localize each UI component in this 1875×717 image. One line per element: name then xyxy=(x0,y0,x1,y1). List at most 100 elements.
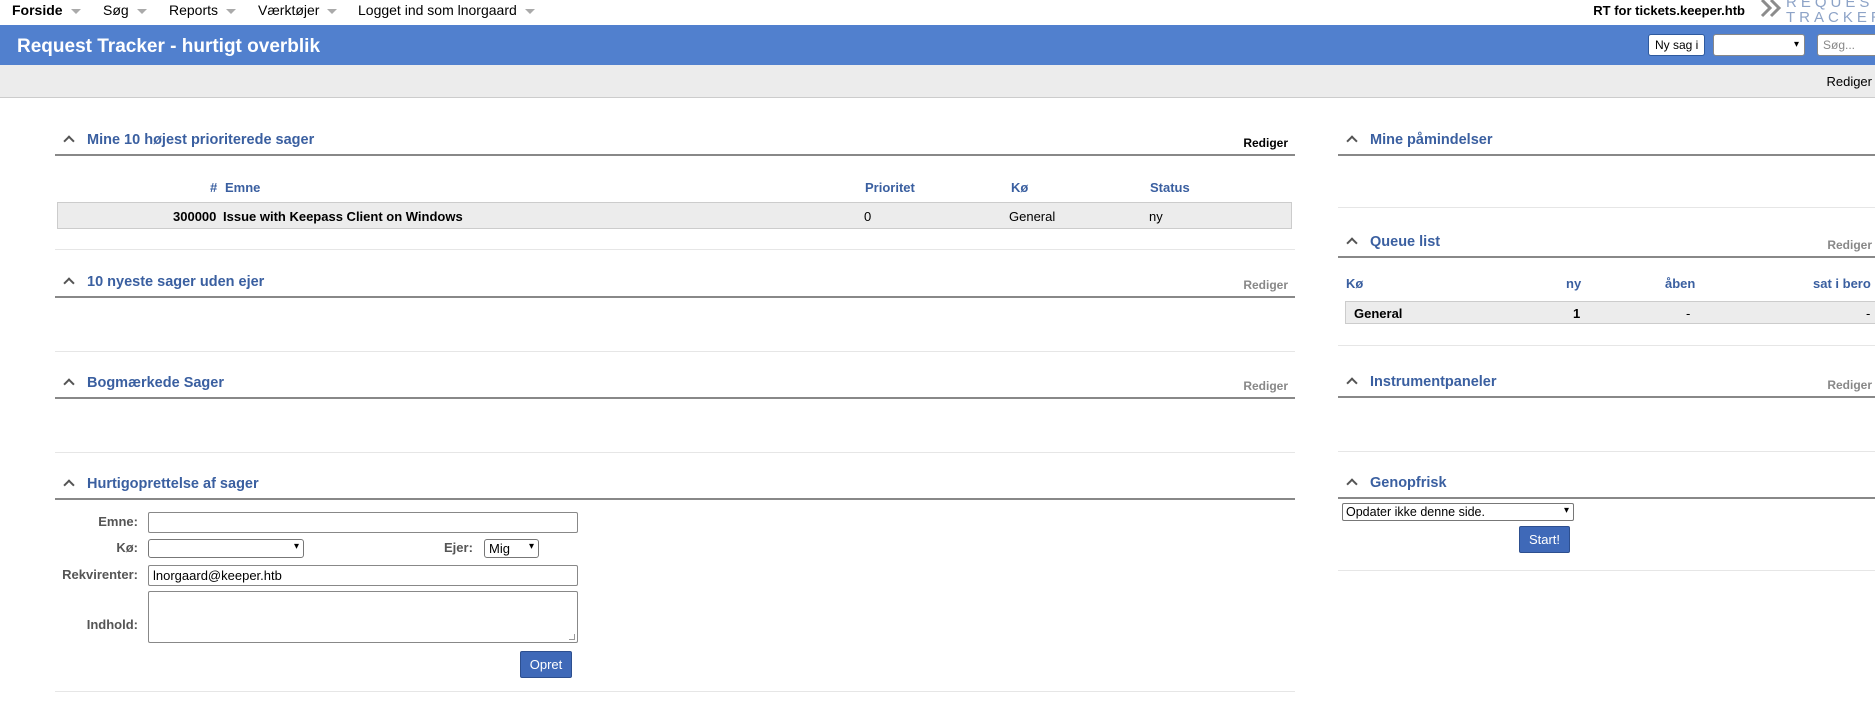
portlet-dashboards: Instrumentpaneler Rediger xyxy=(1338,372,1875,452)
collapse-chevron-icon[interactable] xyxy=(1346,377,1358,389)
refresh-start-button[interactable]: Start! xyxy=(1519,526,1570,553)
portlet-header: Mine 10 højest prioriterede sager Redige… xyxy=(55,130,1295,156)
portlet-title[interactable]: 10 nyeste sager uden ejer xyxy=(87,274,264,290)
page-title: Request Tracker - hurtigt overblik xyxy=(17,36,321,57)
portlet-header: Queue list Rediger xyxy=(1338,232,1875,258)
portlet-title[interactable]: Mine 10 højest prioriterede sager xyxy=(87,132,314,148)
portlet-body xyxy=(55,298,1295,352)
portlet-edit-link[interactable]: Rediger xyxy=(1827,378,1872,392)
portlet-body xyxy=(1338,156,1875,208)
refresh-interval-select[interactable]: Opdater ikke denne side. ▾ xyxy=(1342,503,1574,521)
chevron-down-icon: ▾ xyxy=(293,541,299,552)
portlet-title[interactable]: Queue list xyxy=(1370,234,1440,250)
portlet-quick-create: Hurtigoprettelse af sager Emne: Kø: ▾ Ej… xyxy=(55,474,1295,692)
menu-tools-label: Værktøjer xyxy=(258,2,320,18)
menu-search[interactable]: Søg xyxy=(103,2,147,18)
portlet-edit-link[interactable]: Rediger xyxy=(1243,278,1288,292)
portlet-reminders: Mine påmindelser xyxy=(1338,130,1875,208)
column-header-status[interactable]: Status xyxy=(1150,180,1190,195)
subject-field[interactable] xyxy=(148,512,578,533)
edit-page-link[interactable]: Rediger xyxy=(1826,74,1872,89)
column-header-new: ny xyxy=(1566,276,1582,291)
collapse-chevron-icon[interactable] xyxy=(1346,478,1358,490)
column-header-queue[interactable]: Kø xyxy=(1011,180,1028,195)
chevron-down-icon xyxy=(70,8,81,14)
logo-text-bottom: TRACKER xyxy=(1786,9,1875,24)
menu-search-label: Søg xyxy=(103,2,129,18)
queue-name[interactable]: General xyxy=(1354,306,1402,321)
column-header-subject[interactable]: Emne xyxy=(225,180,260,195)
column-header-id[interactable]: # xyxy=(210,180,217,195)
requestors-field[interactable]: lnorgaard@keeper.htb xyxy=(148,565,578,586)
column-header-open: åben xyxy=(1665,276,1696,291)
portlet-queue-list: Queue list Rediger Kø ny åben sat i bero… xyxy=(1338,232,1875,346)
quick-create-form: Emne: Kø: ▾ Ejer: Mig ▾ Rekvirenter: lno… xyxy=(55,500,1295,692)
menu-reports[interactable]: Reports xyxy=(169,2,237,18)
column-header-priority[interactable]: Prioritet xyxy=(865,180,915,195)
ticket-id[interactable]: 300000 xyxy=(173,209,216,224)
menu-logged-in-label: Logget ind som lnorgaard xyxy=(358,2,517,18)
portlet-body: Kø ny åben sat i bero General 1 - - xyxy=(1338,258,1875,346)
chevron-down-icon: ▾ xyxy=(1793,39,1799,50)
owner-select[interactable]: Mig ▾ xyxy=(484,539,539,558)
portlet-title[interactable]: Instrumentpaneler xyxy=(1370,374,1497,390)
search-input[interactable]: Søg... xyxy=(1817,34,1875,56)
queue-open-count[interactable]: - xyxy=(1686,306,1690,321)
ticket-status: ny xyxy=(1149,209,1163,224)
menu-home[interactable]: Forside xyxy=(12,2,81,18)
menu-logged-in[interactable]: Logget ind som lnorgaard xyxy=(358,2,535,18)
portlet-edit-link[interactable]: Rediger xyxy=(1243,136,1288,150)
portlet-title[interactable]: Mine påmindelser xyxy=(1370,132,1492,148)
portlet-body xyxy=(55,399,1295,453)
refresh-select-value: Opdater ikke denne side. xyxy=(1346,505,1485,519)
collapse-chevron-icon[interactable] xyxy=(1346,135,1358,147)
collapse-chevron-icon[interactable] xyxy=(63,479,75,491)
create-ticket-button[interactable]: Opret xyxy=(520,651,572,678)
portlet-edit-link[interactable]: Rediger xyxy=(1243,379,1288,393)
portlet-header: 10 nyeste sager uden ejer Rediger xyxy=(55,272,1295,298)
rt-logo[interactable]: REQUEST TRACKER xyxy=(1760,0,1875,24)
portlet-top-tickets: Mine 10 højest prioriterede sager Redige… xyxy=(55,130,1295,250)
ticket-subject[interactable]: Issue with Keepass Client on Windows xyxy=(223,209,463,224)
portlet-body: Opdater ikke denne side. ▾ Start! xyxy=(1338,499,1875,571)
top-menu: Forside Søg Reports Værktøjer Logget ind… xyxy=(0,0,1875,25)
page-menu: Rediger xyxy=(0,65,1875,98)
chevron-down-icon: ▾ xyxy=(528,541,534,552)
portlet-body xyxy=(1338,398,1875,452)
table-row[interactable]: 300000 Issue with Keepass Client on Wind… xyxy=(57,202,1292,229)
header-bar: Request Tracker - hurtigt overblik Ny sa… xyxy=(0,25,1875,65)
content-label: Indhold: xyxy=(86,617,138,632)
queue-stalled-count[interactable]: - xyxy=(1866,306,1870,321)
chevron-down-icon: ▾ xyxy=(1563,505,1569,516)
chevron-down-icon xyxy=(136,8,147,14)
chevron-down-icon xyxy=(226,8,237,14)
portlet-header: Bogmærkede Sager Rediger xyxy=(55,373,1295,399)
collapse-chevron-icon[interactable] xyxy=(63,135,75,147)
portlet-header: Genopfrisk xyxy=(1338,473,1875,499)
content-textarea[interactable] xyxy=(148,591,578,643)
portlet-title[interactable]: Bogmærkede Sager xyxy=(87,375,224,391)
menu-home-label: Forside xyxy=(12,2,63,18)
portlet-edit-link[interactable]: Rediger xyxy=(1827,238,1872,252)
subject-label: Emne: xyxy=(98,514,138,529)
collapse-chevron-icon[interactable] xyxy=(63,277,75,289)
portlet-header: Hurtigoprettelse af sager xyxy=(55,474,1295,500)
queue-row[interactable]: General 1 - - xyxy=(1345,301,1875,324)
portlet-title[interactable]: Hurtigoprettelse af sager xyxy=(87,476,259,492)
menu-reports-label: Reports xyxy=(169,2,219,18)
chevron-down-icon xyxy=(327,8,338,14)
new-ticket-button[interactable]: Ny sag i xyxy=(1648,34,1706,56)
collapse-chevron-icon[interactable] xyxy=(63,378,75,390)
portlet-title[interactable]: Genopfrisk xyxy=(1370,475,1447,491)
portlet-unowned-tickets: 10 nyeste sager uden ejer Rediger xyxy=(55,272,1295,352)
portlet-header: Mine påmindelser xyxy=(1338,130,1875,156)
queue-select[interactable]: ▾ xyxy=(148,539,304,558)
portlet-bookmarked-tickets: Bogmærkede Sager Rediger xyxy=(55,373,1295,453)
ticket-queue: General xyxy=(1009,209,1056,224)
resize-handle-icon[interactable] xyxy=(569,634,575,640)
collapse-chevron-icon[interactable] xyxy=(1346,237,1358,249)
owner-select-value: Mig xyxy=(489,541,510,556)
new-ticket-queue-select[interactable]: ▾ xyxy=(1713,34,1805,56)
menu-tools[interactable]: Værktøjer xyxy=(258,2,338,18)
queue-new-count[interactable]: 1 xyxy=(1573,306,1580,321)
